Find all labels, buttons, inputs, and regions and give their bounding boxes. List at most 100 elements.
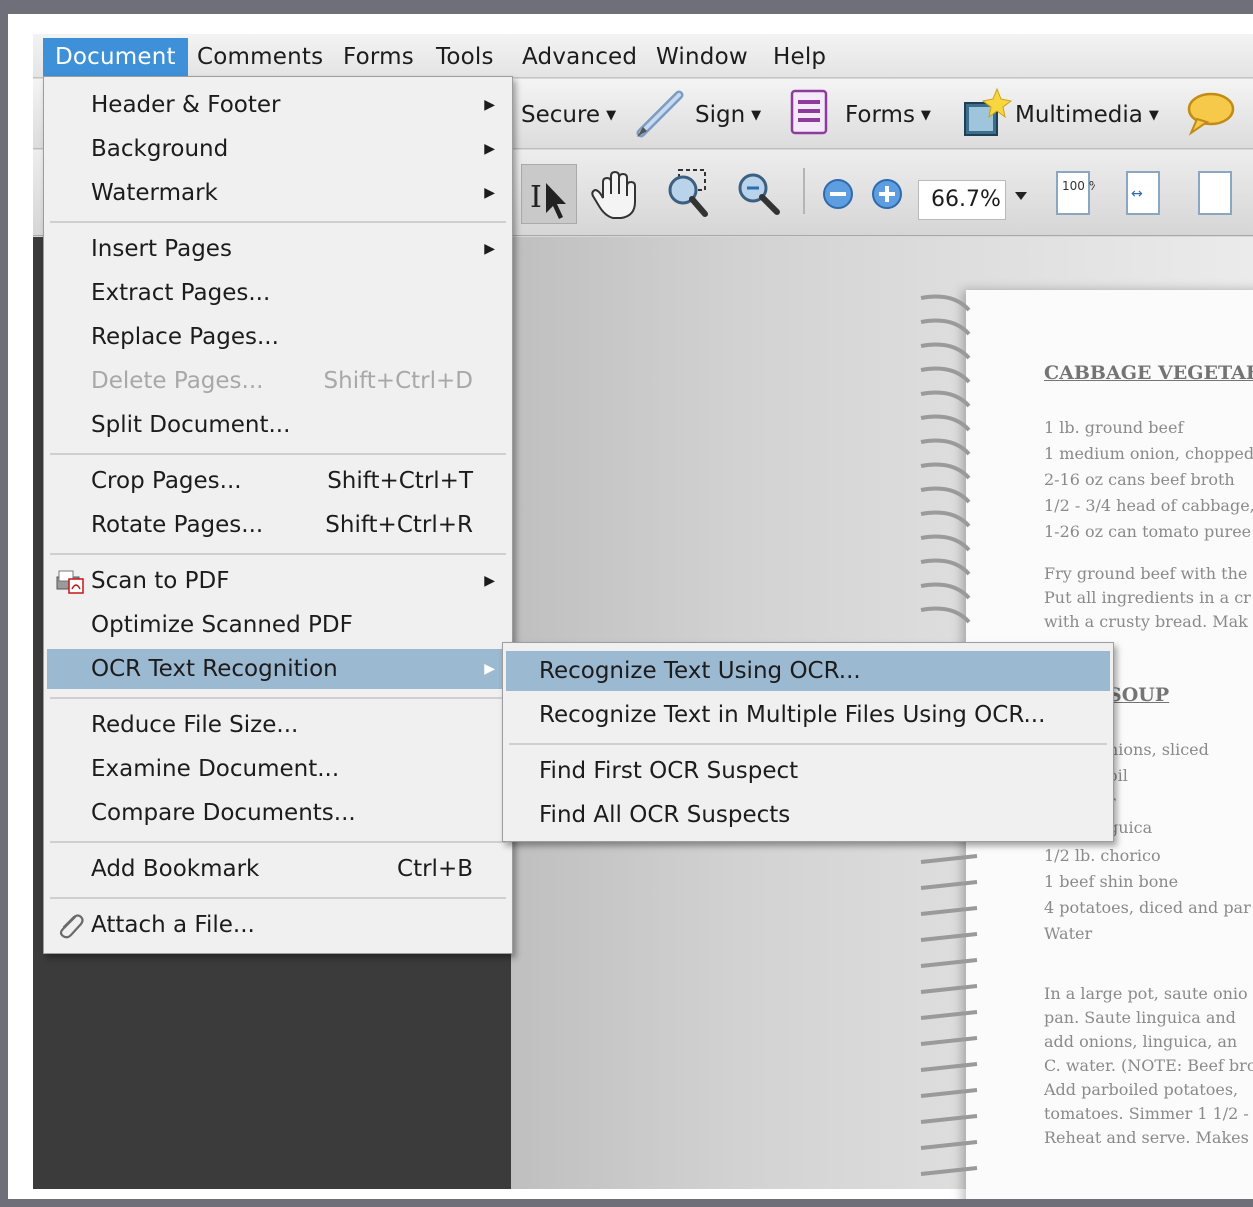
menu-tools[interactable]: Tools xyxy=(424,38,506,76)
submenu-arrow-icon: ▶ xyxy=(484,573,495,589)
ocr-submenu: Recognize Text Using OCR... Recognize Te… xyxy=(502,642,1114,842)
ingredient-line: 1/2 lb. chorico xyxy=(1044,846,1161,865)
menu-item-label: Header & Footer xyxy=(91,92,281,118)
menu-item-reduce-file-size[interactable]: Reduce File Size... xyxy=(47,705,509,745)
scan-icon xyxy=(56,570,84,594)
menu-item-label: Reduce File Size... xyxy=(91,712,299,738)
chevron-down-icon: ▼ xyxy=(751,107,762,123)
chevron-down-icon: ▼ xyxy=(920,107,931,123)
menu-item-label: Attach a File... xyxy=(91,912,255,938)
paragraph-line: add onions, linguica, an xyxy=(1044,1032,1238,1051)
svg-text:↔: ↔ xyxy=(1131,186,1143,202)
paragraph-line: Put all ingredients in a cr xyxy=(1044,588,1251,607)
menu-item-replace-pages[interactable]: Replace Pages... xyxy=(47,317,509,357)
paragraph-line: In a large pot, saute onio xyxy=(1044,984,1248,1003)
menu-item-header-footer[interactable]: Header & Footer ▶ xyxy=(47,85,509,125)
menu-item-extract-pages[interactable]: Extract Pages... xyxy=(47,273,509,313)
menu-item-rotate-pages[interactable]: Rotate Pages... Shift+Ctrl+R xyxy=(47,505,509,545)
chevron-down-icon: ▼ xyxy=(1148,107,1159,123)
paragraph-line: Fry ground beef with the xyxy=(1044,564,1248,583)
menu-item-label: Scan to PDF xyxy=(91,568,230,594)
sign-button[interactable]: Sign ▼ xyxy=(695,95,761,135)
fit-width-icon[interactable]: ↔ xyxy=(1123,168,1165,220)
submenu-arrow-icon: ▶ xyxy=(484,661,495,677)
paragraph-line: tomatoes. Simmer 1 1/2 - xyxy=(1044,1104,1249,1123)
chevron-down-icon: ▼ xyxy=(606,107,617,123)
menu-item-shortcut: Shift+Ctrl+T xyxy=(327,468,473,494)
paragraph-line: pan. Saute linguica and xyxy=(1044,1008,1236,1027)
zoom-input[interactable]: 66.7% xyxy=(918,180,1006,220)
menu-item-compare-documents[interactable]: Compare Documents... xyxy=(47,793,509,833)
paperclip-icon xyxy=(59,914,84,939)
menu-advanced[interactable]: Advanced xyxy=(510,38,649,76)
zoom-dropdown-icon[interactable] xyxy=(1013,190,1029,202)
actual-size-icon[interactable]: 100 % xyxy=(1053,168,1095,220)
menu-item-recognize-multiple-files[interactable]: Recognize Text in Multiple Files Using O… xyxy=(506,695,1110,735)
ingredient-line: 1-26 oz can tomato puree xyxy=(1044,522,1252,541)
menu-item-label: Delete Pages... xyxy=(91,368,264,394)
zoom-out-icon[interactable] xyxy=(820,176,856,212)
menu-comments[interactable]: Comments xyxy=(185,38,335,76)
fit-page-icon[interactable] xyxy=(1195,168,1237,220)
secure-button[interactable]: Secure ▼ xyxy=(521,95,616,135)
menu-item-label: Replace Pages... xyxy=(91,324,279,350)
ingredient-line: 1 beef shin bone xyxy=(1044,872,1179,891)
menu-item-insert-pages[interactable]: Insert Pages ▶ xyxy=(47,229,509,269)
zoom-in-icon[interactable] xyxy=(869,176,905,212)
ingredient-line: Water xyxy=(1044,924,1093,943)
menu-item-watermark[interactable]: Watermark ▶ xyxy=(47,173,509,213)
menu-item-optimize-scanned-pdf[interactable]: Optimize Scanned PDF xyxy=(47,605,509,645)
ingredient-line: 2-16 oz cans beef broth xyxy=(1044,470,1235,489)
ingredient-line: 4 potatoes, diced and par xyxy=(1044,898,1251,917)
menu-item-label: Split Document... xyxy=(91,412,291,438)
menu-separator xyxy=(50,453,506,455)
ingredient-line: 1 medium onion, chopped xyxy=(1044,444,1253,463)
menu-item-ocr-text-recognition[interactable]: OCR Text Recognition ▶ xyxy=(47,649,509,689)
multimedia-button[interactable]: Multimedia ▼ xyxy=(1015,95,1159,135)
menu-help[interactable]: Help xyxy=(761,38,838,76)
comment-icon[interactable] xyxy=(1183,87,1239,137)
menu-item-label: Rotate Pages... xyxy=(91,512,264,538)
dynamic-zoom-icon[interactable] xyxy=(733,166,785,222)
toolbar-divider xyxy=(803,168,805,214)
actual-size-label: 100 % xyxy=(1062,179,1095,193)
menu-item-crop-pages[interactable]: Crop Pages... Shift+Ctrl+T xyxy=(47,461,509,501)
menu-separator xyxy=(50,553,506,555)
menu-separator xyxy=(50,841,506,843)
pen-icon xyxy=(636,90,684,138)
ingredient-line: guica xyxy=(1108,818,1153,837)
menu-item-scan-to-pdf[interactable]: Scan to PDF ▶ xyxy=(47,561,509,601)
ingredient-line: nions, sliced xyxy=(1108,740,1209,759)
forms-icon xyxy=(790,89,828,135)
marquee-zoom-icon[interactable] xyxy=(663,166,715,222)
menu-item-add-bookmark[interactable]: Add Bookmark Ctrl+B xyxy=(47,849,509,889)
menu-item-find-first-ocr-suspect[interactable]: Find First OCR Suspect xyxy=(506,751,1110,791)
multimedia-icon xyxy=(964,87,1013,136)
menu-item-background[interactable]: Background ▶ xyxy=(47,129,509,169)
menu-item-label: Extract Pages... xyxy=(91,280,271,306)
menu-item-label: Find All OCR Suspects xyxy=(539,802,791,828)
menubar: Document Comments Forms Tools Advanced W… xyxy=(33,34,1253,78)
menu-separator xyxy=(50,221,506,223)
screenshot-frame: Document Comments Forms Tools Advanced W… xyxy=(8,14,1253,1199)
menu-item-shortcut: Shift+Ctrl+D xyxy=(323,368,473,394)
menu-document[interactable]: Document xyxy=(43,38,188,76)
menu-item-attach-file[interactable]: Attach a File... xyxy=(47,905,509,945)
forms-button[interactable]: Forms ▼ xyxy=(845,95,931,135)
menu-item-examine-document[interactable]: Examine Document... xyxy=(47,749,509,789)
menu-item-shortcut: Shift+Ctrl+R xyxy=(325,512,473,538)
hand-icon[interactable] xyxy=(589,168,641,222)
menu-forms[interactable]: Forms xyxy=(331,38,426,76)
select-tool-button[interactable]: I xyxy=(521,164,577,224)
svg-text:I: I xyxy=(530,180,542,215)
recipe-title: SOUP xyxy=(1108,684,1170,706)
submenu-arrow-icon: ▶ xyxy=(484,185,495,201)
recipe-title: CABBAGE VEGETAB xyxy=(1044,362,1253,384)
menu-item-label: Compare Documents... xyxy=(91,800,356,826)
menu-item-label: Recognize Text Using OCR... xyxy=(539,658,861,684)
menu-window[interactable]: Window xyxy=(644,38,760,76)
menu-item-recognize-text-ocr[interactable]: Recognize Text Using OCR... xyxy=(506,651,1110,691)
menu-item-split-document[interactable]: Split Document... xyxy=(47,405,509,445)
menu-item-label: Find First OCR Suspect xyxy=(539,758,799,784)
menu-item-find-all-ocr-suspects[interactable]: Find All OCR Suspects xyxy=(506,795,1110,835)
